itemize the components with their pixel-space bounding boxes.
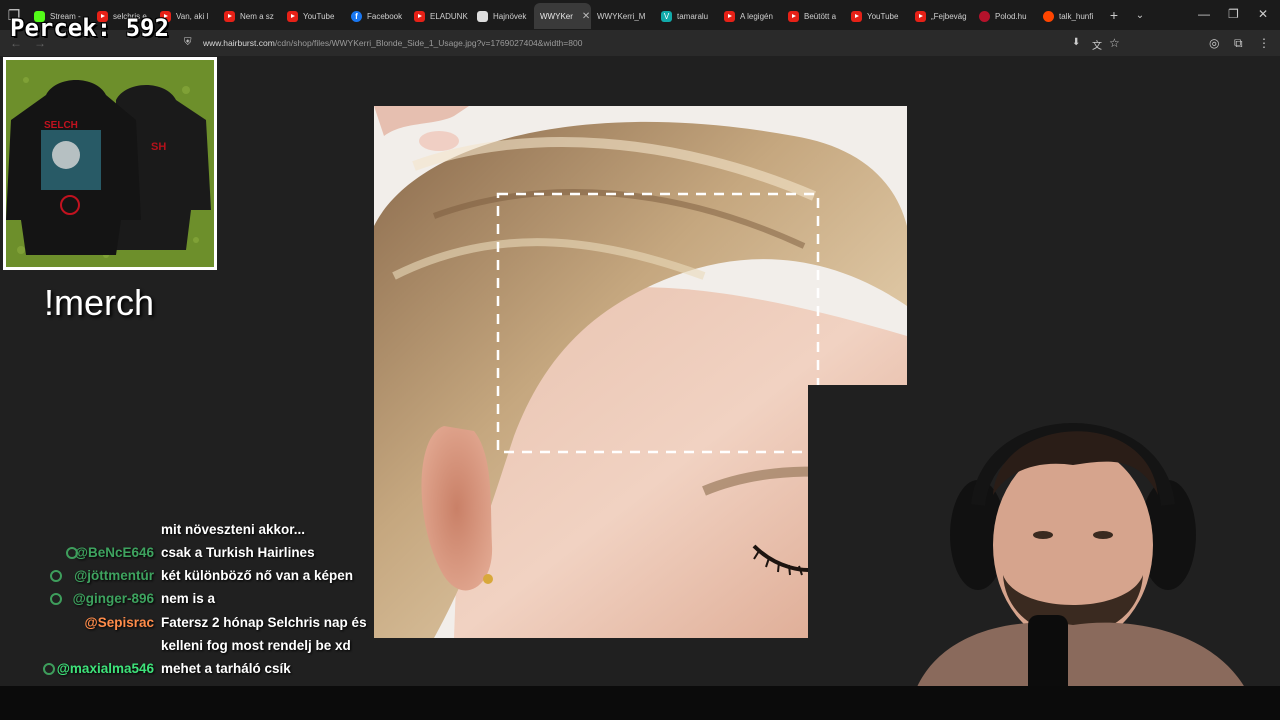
browser-tab[interactable]: Vtamaralu (655, 3, 718, 29)
site-info-icon[interactable]: ⛨ (184, 37, 192, 48)
new-tab-icon[interactable]: + (1101, 7, 1127, 23)
chat-badge-icon (50, 593, 63, 605)
svg-text:SELCH: SELCH (44, 120, 78, 131)
counter-value: 592 (125, 14, 169, 42)
tab-label: YouTube (867, 11, 899, 21)
tab-label: WWYKer (540, 11, 573, 21)
merch-image-frame: SH SELCH (3, 57, 217, 270)
chat-username[interactable]: @BeNcE646 (75, 545, 154, 560)
url-path: /cdn/shop/files/WWYKerri_Blonde_Side_1_U… (274, 38, 583, 48)
chat-text: két különböző nő van a képen (161, 568, 354, 583)
chat-text: nem is a (161, 591, 216, 606)
chat-text: mit növeszteni akkor... (161, 522, 306, 537)
install-app-icon[interactable]: ⬇ (1072, 37, 1080, 48)
bottom-bar (0, 686, 1280, 720)
tab-label: Nem a sz (240, 11, 274, 21)
browser-tab[interactable]: Polod.hu (973, 3, 1037, 29)
chat-text: kelleni fog most rendelj be xd (161, 638, 351, 653)
hm-favicon-icon (477, 10, 488, 22)
chat-message: @maxialma546 mehet a tarháló csík (0, 661, 380, 681)
tab-label: tamaralu (677, 11, 709, 21)
close-window-icon[interactable]: ✕ (1258, 7, 1268, 21)
tab-label: YouTube (303, 11, 335, 21)
youtube-favicon-icon (414, 10, 425, 22)
youtube-favicon-icon (851, 10, 862, 22)
tab-strip: ❐ Stream - selchris e Van, aki l Nem a sz Yo… (0, 0, 1280, 30)
chat-username[interactable]: @Sepisrac (85, 615, 154, 630)
menu-icon[interactable]: ⋮ (1258, 36, 1270, 50)
tab-label: Polod.hu (995, 11, 1027, 21)
browser-tab[interactable]: Nem a sz (218, 3, 281, 29)
url-domain: www.hairburst.com (203, 38, 275, 48)
youtube-favicon-icon (287, 10, 298, 22)
browser-tab[interactable]: talk_hunfi (1037, 3, 1101, 29)
browser-tab[interactable]: „Fejbevág (909, 3, 973, 29)
chat-text: mehet a tarháló csík (161, 661, 291, 676)
counter-label: Percek: (10, 14, 112, 42)
tab-label: „Fejbevág (931, 11, 967, 21)
minutes-counter: Percek: 592 (10, 14, 169, 42)
address-bar: ← → ⛨ www.hairburst.com/cdn/shop/files/W… (0, 30, 1280, 56)
bookmark-star-icon[interactable]: ☆ (1109, 36, 1120, 50)
merch-command-label: !merch (44, 282, 155, 323)
browser-tab[interactable]: YouTube (281, 3, 345, 29)
youtube-favicon-icon (915, 10, 926, 22)
tab-label: Beütött a (804, 11, 837, 21)
tab-label: ELADUNK (430, 11, 468, 21)
svg-text:SH: SH (151, 141, 166, 153)
chat-badge-icon (42, 663, 55, 675)
browser-tab[interactable]: Hajnövek (471, 3, 534, 29)
merch-hoodie-image: SH SELCH (6, 60, 214, 267)
tab-label: A legigén (740, 11, 773, 21)
youtube-favicon-icon (224, 10, 235, 22)
v-favicon-icon: V (661, 10, 672, 22)
chat-username[interactable]: @jöttmentúr (74, 568, 154, 583)
tab-label: WWYKerri_M (597, 11, 646, 21)
tab-close-icon[interactable]: ✕ (582, 11, 590, 22)
tab-label: talk_hunfi (1059, 11, 1094, 21)
chat-badge-icon (65, 547, 78, 559)
chat-message: @Sepisrac Fatersz 2 hónap Selchris nap és (0, 615, 380, 635)
streamer-webcam (808, 385, 1280, 720)
chat-text: Fatersz 2 hónap Selchris nap és (161, 615, 367, 630)
extensions-icon[interactable]: ⧉ (1234, 36, 1243, 51)
facebook-favicon-icon: f (351, 10, 362, 22)
tab-label: Hajnövek (493, 11, 527, 21)
profile-icon[interactable]: ◎ (1209, 36, 1219, 50)
browser-tab[interactable]: WWYKerri_M (591, 3, 655, 29)
browser-tab[interactable]: WWYKer ✕ (534, 3, 591, 29)
browser-tab[interactable]: f Facebook (345, 3, 408, 29)
chat-badge-icon (50, 570, 63, 582)
chat-message: @jöttmentúr két különböző nő van a képen (0, 568, 380, 588)
minimize-icon[interactable]: — (1198, 7, 1210, 21)
screen: ❐ Stream - selchris e Van, aki l Nem a sz Yo… (0, 0, 1280, 720)
translate-icon[interactable]: 文 (1092, 37, 1102, 52)
url-field[interactable]: www.hairburst.com/cdn/shop/files/WWYKerr… (203, 38, 582, 48)
chat-username[interactable]: @maxialma546 (57, 661, 154, 676)
polod-favicon-icon (979, 10, 990, 22)
chat-text: csak a Turkish Hairlines (161, 545, 315, 560)
browser-tab[interactable]: A legigén (718, 3, 782, 29)
chat-message: kelleni fog most rendelj be xd (0, 638, 380, 658)
chat-username[interactable]: @ginger-896 (73, 591, 154, 606)
chat-message: mit növeszteni akkor... (0, 522, 380, 542)
youtube-favicon-icon (724, 10, 735, 22)
browser-tab[interactable]: Beütött a (782, 3, 845, 29)
browser-tab[interactable]: YouTube (845, 3, 909, 29)
chat-message: @ginger-896 nem is a (0, 591, 380, 611)
reddit-favicon-icon (1043, 10, 1054, 22)
maximize-icon[interactable]: ❐ (1228, 7, 1239, 21)
browser-tab[interactable]: ELADUNK (408, 3, 471, 29)
chat-message: @BeNcE646 csak a Turkish Hairlines (0, 545, 380, 565)
tab-list-icon[interactable]: ⌄ (1127, 10, 1153, 21)
tab-label: Facebook (367, 11, 403, 21)
tab-label: Van, aki l (176, 11, 209, 21)
youtube-favicon-icon (788, 10, 799, 22)
